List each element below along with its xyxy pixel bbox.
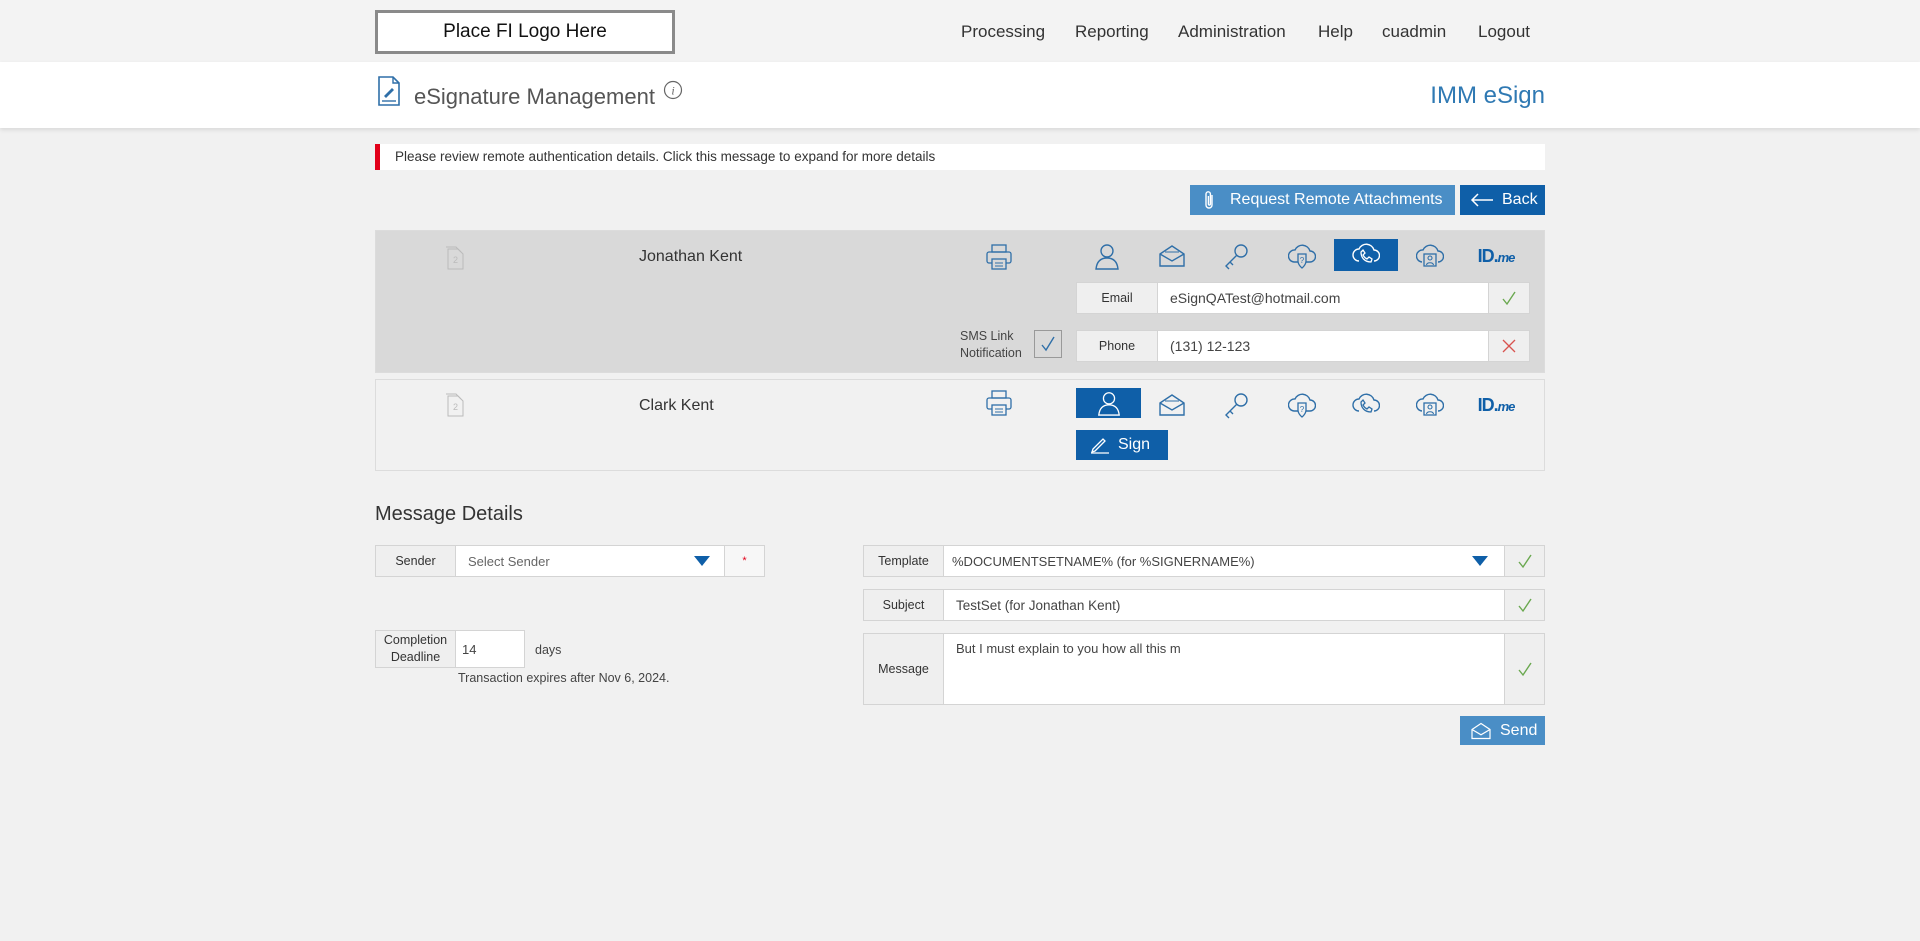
nav-logout[interactable]: Logout xyxy=(1478,22,1530,42)
pen-icon xyxy=(1090,436,1110,454)
request-remote-attachments-label: Request Remote Attachments xyxy=(1230,191,1443,208)
request-remote-attachments-button[interactable]: Request Remote Attachments xyxy=(1190,185,1455,215)
sms-notification-checkbox[interactable] xyxy=(1034,330,1062,358)
subject-label: Subject xyxy=(863,589,944,621)
idme-auth-icon[interactable]: ID.me xyxy=(1466,390,1526,420)
completion-deadline-label: Completion Deadline xyxy=(375,630,456,668)
email-auth-icon[interactable] xyxy=(1146,241,1198,271)
template-valid-check-icon xyxy=(1504,545,1545,577)
printer-icon[interactable] xyxy=(985,389,1013,417)
email-valid-check-icon xyxy=(1488,282,1530,314)
sms-link-notification-label: SMS Link Notification xyxy=(960,328,1022,362)
phone-auth-icon[interactable] xyxy=(1340,390,1392,420)
signer-row-clark-kent: 2 Clark Kent ? ID.me Sign xyxy=(375,379,1545,471)
idme-suffix-text: me xyxy=(1497,398,1516,414)
completion-deadline-input[interactable]: 14 xyxy=(455,630,525,668)
svg-text:i: i xyxy=(671,84,674,98)
signer-order-icon: 2 xyxy=(444,245,466,271)
remote-auth-alert[interactable]: Please review remote authentication deta… xyxy=(375,144,1545,170)
message-valid-check-icon xyxy=(1504,633,1545,705)
svg-text:2: 2 xyxy=(453,402,458,412)
phone-label: Phone xyxy=(1076,330,1158,362)
signer-name: Jonathan Kent xyxy=(639,248,743,265)
message-details-title: Message Details xyxy=(375,503,523,525)
page-header: eSignature Management i IMM eSign xyxy=(0,62,1920,128)
phone-field[interactable]: (131) 12-123 xyxy=(1157,330,1489,362)
sign-button[interactable]: Sign xyxy=(1076,430,1168,460)
send-button[interactable]: Send xyxy=(1460,716,1545,745)
fi-logo-placeholder: Place FI Logo Here xyxy=(375,10,675,54)
knowledge-key-auth-icon[interactable] xyxy=(1211,390,1263,420)
chevron-down-icon xyxy=(1472,556,1488,566)
deadline-unit: days xyxy=(535,643,562,657)
info-icon[interactable]: i xyxy=(663,80,683,100)
signer-order-icon: 2 xyxy=(444,392,466,418)
signer-row-jonathan-kent: 2 Jonathan Kent ? ID.me Email eSignQATes… xyxy=(375,230,1545,373)
message-label: Message xyxy=(863,633,944,705)
paperclip-icon xyxy=(1204,190,1216,210)
nav-help[interactable]: Help xyxy=(1318,22,1353,42)
idme-suffix-text: me xyxy=(1497,249,1516,265)
email-auth-icon[interactable] xyxy=(1146,390,1198,420)
chevron-down-icon xyxy=(694,556,710,566)
sms-label-line1: SMS Link xyxy=(960,329,1014,343)
sms-label-line2: Notification xyxy=(960,346,1022,360)
template-value: %DOCUMENTSETNAME% (for %SIGNERNAME%) xyxy=(952,553,1255,569)
signer-name: Clark Kent xyxy=(639,397,714,414)
security-question-auth-icon[interactable]: ? xyxy=(1276,390,1328,420)
nav-processing[interactable]: Processing xyxy=(961,22,1045,42)
sender-placeholder: Select Sender xyxy=(468,553,550,569)
esignature-document-icon xyxy=(377,76,401,106)
deadline-label-line2: Deadline xyxy=(390,650,441,664)
sign-label: Sign xyxy=(1118,436,1151,453)
email-label: Email xyxy=(1076,282,1158,314)
email-field[interactable]: eSignQATest@hotmail.com xyxy=(1157,282,1489,314)
back-label: Back xyxy=(1502,191,1538,208)
id-verification-auth-icon[interactable] xyxy=(1404,390,1456,420)
knowledge-key-auth-icon[interactable] xyxy=(1211,241,1263,271)
message-textarea[interactable]: But I must explain to you how all this m xyxy=(943,633,1505,705)
nav-reporting[interactable]: Reporting xyxy=(1075,22,1149,42)
page-title: eSignature Management xyxy=(414,84,655,109)
nav-administration[interactable]: Administration xyxy=(1178,22,1286,42)
sender-label: Sender xyxy=(375,545,456,577)
required-marker: * xyxy=(724,545,765,577)
arrow-left-icon xyxy=(1470,193,1494,207)
sender-select[interactable]: Select Sender xyxy=(455,545,725,577)
transaction-expiry-text: Transaction expires after Nov 6, 2024. xyxy=(458,671,670,685)
template-label: Template xyxy=(863,545,944,577)
printer-icon[interactable] xyxy=(985,243,1013,271)
nav-user[interactable]: cuadmin xyxy=(1382,22,1446,42)
svg-text:2: 2 xyxy=(453,255,458,265)
subject-input[interactable]: TestSet (for Jonathan Kent) xyxy=(943,589,1505,621)
send-label: Send xyxy=(1500,721,1538,739)
envelope-icon xyxy=(1470,722,1492,740)
id-verification-auth-icon[interactable] xyxy=(1404,241,1456,271)
idme-main-text: ID. xyxy=(1477,245,1499,266)
brand-name: IMM eSign xyxy=(1430,82,1545,109)
template-select[interactable]: %DOCUMENTSETNAME% (for %SIGNERNAME%) xyxy=(943,545,1505,577)
in-person-auth-icon[interactable] xyxy=(1076,388,1141,418)
security-question-auth-icon[interactable]: ? xyxy=(1276,241,1328,271)
svg-text:?: ? xyxy=(1300,405,1305,414)
idme-auth-icon[interactable]: ID.me xyxy=(1466,241,1526,271)
svg-text:?: ? xyxy=(1300,256,1305,265)
back-button[interactable]: Back xyxy=(1460,185,1545,215)
phone-invalid-x-icon xyxy=(1488,330,1530,362)
deadline-label-line1: Completion xyxy=(383,633,448,647)
in-person-auth-icon[interactable] xyxy=(1081,241,1133,271)
phone-auth-icon[interactable] xyxy=(1334,239,1398,271)
subject-valid-check-icon xyxy=(1504,589,1545,621)
top-navigation-bar: Place FI Logo Here Processing Reporting … xyxy=(0,0,1920,62)
idme-main-text: ID. xyxy=(1477,394,1499,415)
